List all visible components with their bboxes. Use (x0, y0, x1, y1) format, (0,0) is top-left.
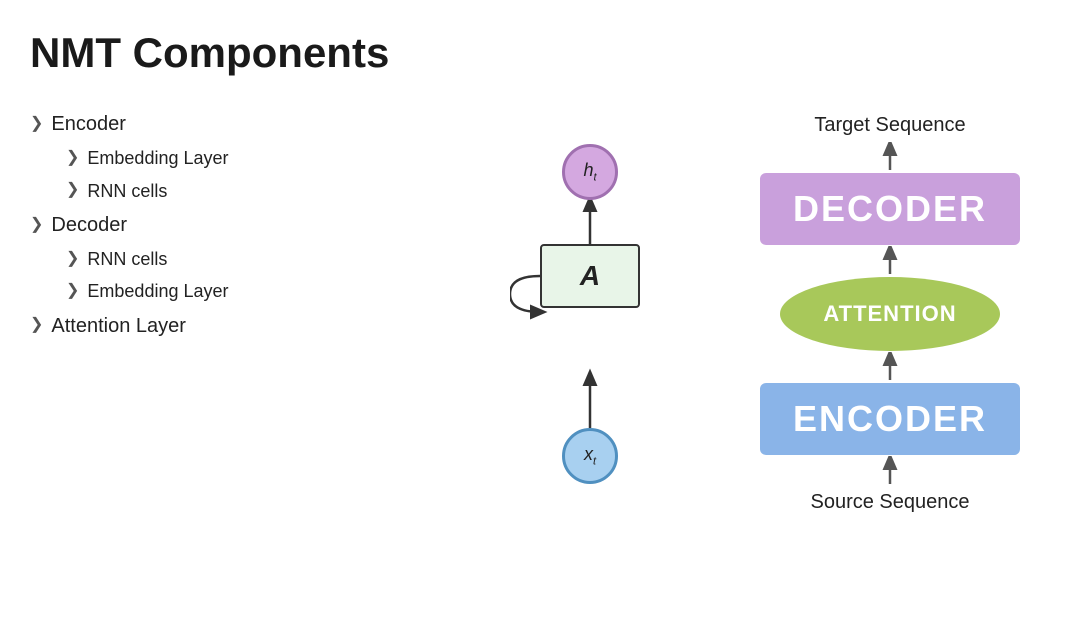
outline-item-encoder: ❯ Encoder (30, 106, 460, 142)
outline-item-attention: ❯ Attention Layer (30, 308, 460, 344)
xt-node: xt (562, 428, 618, 484)
chevron-icon: ❯ (66, 277, 79, 306)
left-panel: NMT Components ❯ Encoder ❯ Embedding Lay… (0, 0, 480, 627)
chevron-icon: ❯ (30, 311, 43, 340)
outline-item-embedding1: ❯ Embedding Layer (66, 142, 460, 174)
arrow-top (880, 141, 900, 173)
attention-ellipse: ATTENTION (780, 277, 1000, 351)
arch-diagram: Target Sequence DECODER (740, 114, 1040, 514)
chevron-icon: ❯ (30, 211, 43, 240)
target-sequence-label: Target Sequence (814, 114, 965, 137)
attention-label: ATTENTION (823, 301, 956, 327)
xt-label: xt (584, 444, 596, 468)
outline-item-embedding2: ❯ Embedding Layer (66, 275, 460, 307)
chevron-icon: ❯ (66, 176, 79, 205)
decoder-box: DECODER (760, 173, 1020, 245)
chevron-icon: ❯ (66, 245, 79, 274)
a-node: A (540, 244, 640, 308)
rnn-diagram: ht A xt (510, 144, 670, 484)
decoder-label: DECODER (793, 188, 987, 230)
outline-item-rnn1: ❯ RNN cells (66, 175, 460, 207)
center-diagram-panel: ht A xt (480, 0, 700, 627)
ht-node: ht (562, 144, 618, 200)
right-panel: Target Sequence DECODER (700, 0, 1080, 627)
a-label: A (580, 260, 600, 292)
arrow-mid2 (880, 351, 900, 383)
source-sequence-label: Source Sequence (810, 491, 969, 514)
outline-item-rnn2: ❯ RNN cells (66, 243, 460, 275)
chevron-icon: ❯ (66, 144, 79, 173)
arrow-bottom (880, 455, 900, 487)
encoder-label: ENCODER (793, 398, 987, 440)
outline-item-decoder: ❯ Decoder (30, 207, 460, 243)
chevron-icon: ❯ (30, 110, 43, 139)
arrow-mid1 (880, 245, 900, 277)
encoder-box: ENCODER (760, 383, 1020, 455)
outline: ❯ Encoder ❯ Embedding Layer ❯ RNN cells … (30, 106, 460, 344)
ht-label: ht (583, 160, 596, 184)
page-title: NMT Components (30, 30, 460, 76)
